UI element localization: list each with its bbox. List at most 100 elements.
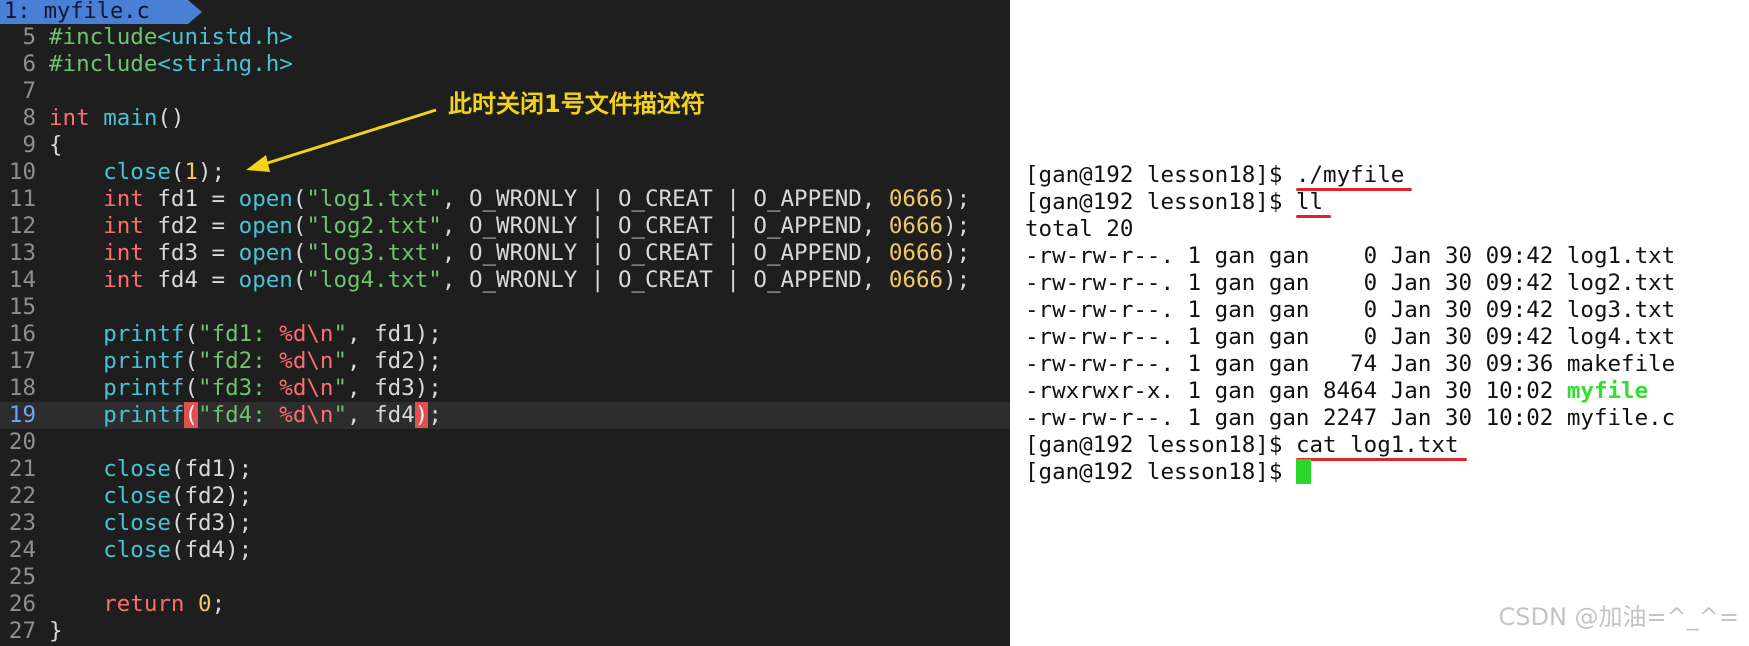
code-token: , O_WRONLY | O_CREAT | O_APPEND, (441, 267, 889, 293)
code-token: , fd2); (347, 348, 442, 374)
listing-text: -rw-rw-r--. 1 gan gan 0 Jan 30 09:42 (1025, 297, 1567, 323)
code-token: fd3 = (143, 240, 239, 266)
code-line[interactable]: 9{ (0, 132, 1010, 159)
code-line[interactable]: 14 int fd4 = open("log4.txt", O_WRONLY |… (0, 267, 1010, 294)
shell-prompt: [gan@192 lesson18]$ (1025, 459, 1296, 485)
code-token: "fd1: (198, 321, 280, 347)
listing-text: -rw-rw-r--. 1 gan gan 0 Jan 30 09:42 (1025, 243, 1567, 269)
line-number: 22 (8, 483, 36, 509)
terminal-pane[interactable]: [gan@192 lesson18]$ ./myfile [gan@192 les… (1010, 0, 1749, 646)
code-token: "fd2: (198, 348, 280, 374)
code-line[interactable]: 23 close(fd3); (0, 510, 1010, 537)
terminal-line: -rw-rw-r--. 1 gan gan 0 Jan 30 09:42 log… (1025, 270, 1675, 297)
code-line[interactable]: 22 close(fd2); (0, 483, 1010, 510)
listing-text: -rw-rw-r--. 1 gan gan 2247 Jan 30 10:02 (1025, 405, 1567, 431)
code-token: 0 (198, 591, 212, 617)
tab-label: 1: myfile.c (4, 0, 150, 24)
code-line[interactable]: 12 int fd2 = open("log2.txt", O_WRONLY |… (0, 213, 1010, 240)
code-line[interactable]: 15 (0, 294, 1010, 321)
code-token: 1 (184, 159, 199, 185)
code-token: (fd1); (170, 456, 253, 482)
file-name: myfile.c (1566, 405, 1676, 431)
code-token: fd1 = (143, 186, 239, 212)
code-token: ); (943, 213, 971, 239)
code-token: ( (184, 375, 199, 401)
code-line[interactable]: 27} (0, 618, 1010, 645)
code-line[interactable]: 26 return 0; (0, 591, 1010, 618)
code-token: ); (943, 240, 971, 266)
shell-prompt: [gan@192 lesson18]$ (1025, 189, 1296, 215)
code-token: "log3.txt" (306, 240, 442, 266)
code-token: close (103, 537, 171, 563)
code-line[interactable]: 5 #include<unistd.h> (0, 24, 1010, 51)
line-number: 24 (8, 537, 36, 563)
code-token: return (103, 591, 185, 617)
code-editor-pane[interactable]: 1: myfile.c 5 #include<unistd.h> 6 #include… (0, 0, 1010, 646)
terminal-cursor[interactable] (1295, 458, 1311, 484)
code-token: ; (428, 402, 442, 428)
code-token: , fd1); (347, 321, 442, 347)
code-token: ( (184, 321, 199, 347)
watermark: CSDN @加油=^_^= (1498, 603, 1740, 631)
code-line[interactable]: 6 #include<string.h> (0, 51, 1010, 78)
code-token: %d\n (279, 375, 334, 401)
code-line[interactable]: 20 (0, 429, 1010, 456)
terminal-line: -rw-rw-r--. 1 gan gan 0 Jan 30 09:42 log… (1025, 324, 1675, 351)
code-token: printf (103, 321, 185, 347)
code-token: #include (49, 24, 158, 50)
code-line[interactable]: 11 int fd1 = open("log1.txt", O_WRONLY |… (0, 186, 1010, 213)
terminal-line: total 20 (1025, 216, 1133, 243)
code-line[interactable]: 16 printf("fd1: %d\n", fd1); (0, 321, 1010, 348)
file-name: log2.txt (1566, 270, 1676, 296)
code-token: main (103, 105, 158, 131)
code-token: " (333, 321, 348, 347)
code-line[interactable]: 17 printf("fd2: %d\n", fd2); (0, 348, 1010, 375)
code-token: (fd2); (170, 483, 253, 509)
code-line[interactable]: 13 int fd3 = open("log3.txt", O_WRONLY |… (0, 240, 1010, 267)
code-token: ) (414, 402, 429, 428)
code-token: "log1.txt" (306, 186, 442, 212)
code-token: %d\n (279, 321, 334, 347)
code-token: int (103, 267, 144, 293)
code-token: ); (943, 267, 971, 293)
code-line[interactable]: 21 close(fd1); (0, 456, 1010, 483)
code-token: ); (198, 159, 226, 185)
code-token: "fd3: (198, 375, 280, 401)
code-token: open (238, 213, 293, 239)
line-number: 10 (8, 159, 36, 185)
code-line[interactable]: 10 close(1); (0, 159, 1010, 186)
code-line[interactable]: 19 printf("fd4: %d\n", fd4); (0, 402, 1010, 429)
terminal-line: -rw-rw-r--. 1 gan gan 2247 Jan 30 10:02 … (1025, 405, 1675, 432)
code-line[interactable]: 24 close(fd4); (0, 537, 1010, 564)
code-token: printf (103, 375, 185, 401)
terminal-line: [gan@192 lesson18]$ (1025, 458, 1311, 486)
line-number: 16 (8, 321, 36, 347)
code-line[interactable]: 18 printf("fd3: %d\n", fd3); (0, 375, 1010, 402)
line-number: 11 (8, 186, 36, 212)
code-token: close (103, 510, 171, 536)
code-line[interactable]: 25 (0, 564, 1010, 591)
code-token: } (49, 618, 63, 644)
tab-myfile-c[interactable]: 1: myfile.c (0, 0, 202, 24)
line-number: 6 (22, 51, 36, 77)
terminal-line: -rw-rw-r--. 1 gan gan 0 Jan 30 09:42 log… (1025, 297, 1675, 324)
code-token: close (103, 483, 171, 509)
file-name: log4.txt (1566, 324, 1676, 350)
terminal-line: -rw-rw-r--. 1 gan gan 74 Jan 30 09:36 ma… (1025, 351, 1675, 378)
code-token: " (333, 348, 348, 374)
line-number: 8 (22, 105, 36, 131)
terminal-line: [gan@192 lesson18]$ cat log1.txt (1025, 432, 1459, 459)
line-number: 17 (8, 348, 36, 374)
code-token: %d\n (279, 348, 334, 374)
terminal-line: -rwxrwxr-x. 1 gan gan 8464 Jan 30 10:02 … (1025, 378, 1648, 405)
